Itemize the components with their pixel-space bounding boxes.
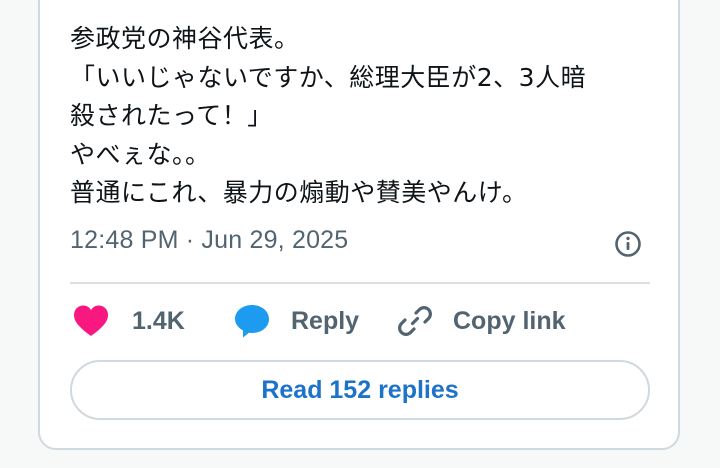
copy-link-button[interactable]: Copy link	[397, 300, 566, 342]
tweet-text-line: 参政党の神谷代表。	[70, 24, 300, 53]
divider	[70, 282, 650, 284]
copy-link-label: Copy link	[453, 306, 566, 335]
like-button[interactable]: 1.4K	[72, 300, 185, 342]
tweet-text-line: やべぇな。。	[70, 139, 211, 169]
read-replies-label: Read 152 replies	[261, 375, 459, 404]
tweet-text: 参政党の神谷代表。 「いいじゃないですか、総理大臣が2、3人暗 殺されたって！」…	[70, 20, 670, 213]
reply-label: Reply	[291, 306, 360, 335]
info-icon[interactable]	[614, 230, 642, 258]
tweet-text-line: 「いいじゃないですか、総理大臣が2、3人暗	[70, 62, 587, 92]
speech-bubble-icon	[235, 305, 269, 338]
tweet-timestamp[interactable]: 12:48 PM · Jun 29, 2025	[70, 226, 348, 255]
read-replies-button[interactable]: Read 152 replies	[70, 360, 650, 420]
like-count: 1.4K	[132, 306, 185, 335]
link-icon	[398, 306, 432, 336]
tweet-text-line: 殺されたって！」	[70, 101, 273, 130]
heart-icon	[74, 305, 108, 336]
tweet-text-line: 普通にこれ、暴力の煽動や賛美やんけ。	[70, 178, 528, 207]
reply-button[interactable]: Reply	[233, 300, 359, 342]
